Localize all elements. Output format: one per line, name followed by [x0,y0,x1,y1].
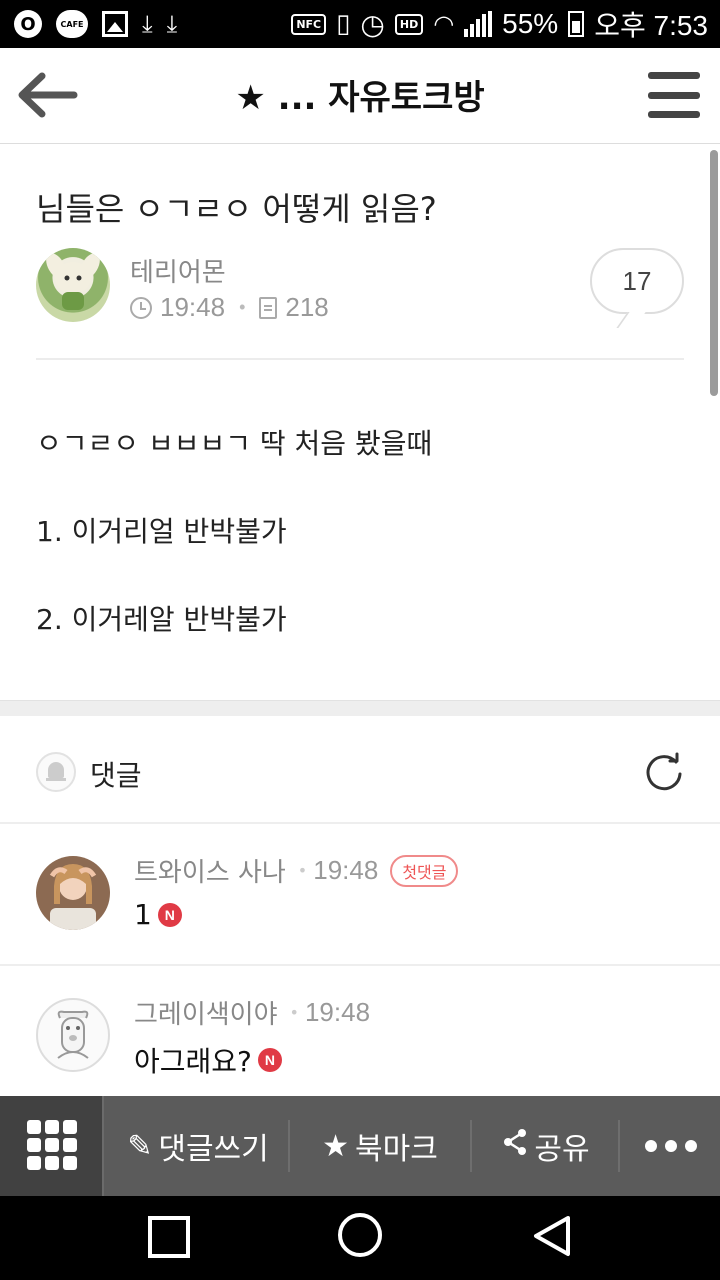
meta-separator: • [297,861,308,880]
battery-icon [568,11,585,37]
pencil-icon: ✎ [127,1128,153,1164]
comment-text: 아그래요? N [134,1040,282,1080]
comment-count: 17 [622,265,652,296]
post-body-line: 1. 이거리얼 반박불가 [36,515,287,548]
download-icon: ⤓ [142,10,153,38]
app-header: ★ ... 자유토크방 [0,48,720,144]
comment-author[interactable]: 트와이스 사나 [134,852,286,889]
app-o-icon: O [14,10,42,38]
commenter-name[interactable]: 트와이스 사나 • 19:48 첫댓글 [134,852,459,889]
divider [470,1120,472,1172]
nav-back-icon[interactable] [530,1214,574,1258]
vibrate-icon: ▯ [336,9,351,39]
more-dots-icon [645,1140,697,1152]
comment-body: 아그래요? [134,1045,252,1078]
post-body-line: ㅇㄱㄹㅇ ㅂㅂㅂㄱ 딱 처음 봤을때 [36,427,433,460]
meta-separator: • [289,1003,299,1022]
commenter-avatar[interactable] [36,856,110,930]
alarm-icon: ◷ [360,7,385,41]
star-icon: ★ [322,1128,350,1164]
nfc-icon: NFC [291,13,327,35]
board-title: ★ ... 자유토크방 [235,78,485,118]
post-time: 19:48 [160,292,226,322]
hd-icon: HD [394,13,424,35]
grid-icon [27,1120,77,1170]
author-avatar[interactable] [36,248,110,322]
app-grid-button[interactable] [0,1096,104,1196]
share-icon [502,1128,528,1164]
status-bar: O CAFE ⤓ ⤓ NFC ▯ ◷ HD ◠ 55% 오후 7:53 [0,0,720,48]
image-notification-icon [102,11,128,37]
bookmark-label: 북마크 [355,1132,438,1167]
comments-label: 댓글 [90,759,142,792]
share-button[interactable]: 공유 [474,1096,618,1196]
commenter-name[interactable]: 그레이색이야 • 19:48 [134,994,370,1031]
clock: 오후 7:53 [594,10,708,41]
comment-author[interactable]: 그레이색이야 [134,994,278,1031]
refresh-icon[interactable] [644,752,684,792]
divider [0,964,720,966]
wifi-icon: ◠ [433,10,455,38]
post-meta: 19:48 • 218 [130,292,329,323]
write-comment-button[interactable]: ✎ 댓글쓰기 [110,1096,286,1196]
system-nav-bar [0,1196,720,1280]
back-arrow-icon[interactable] [16,70,78,120]
divider [618,1120,620,1172]
download-icon: ⤓ [166,10,178,38]
comment-body: 1 [134,898,152,931]
meta-separator: • [239,297,246,317]
battery-percent: 55% [502,8,559,39]
home-icon[interactable] [338,1213,382,1257]
section-separator [0,700,720,716]
write-comment-label: 댓글쓰기 [158,1132,269,1167]
bookmark-button[interactable]: ★ 북마크 [292,1096,468,1196]
comment-time: 19:48 [304,997,371,1027]
bubble-tail [616,312,646,328]
scrollbar[interactable] [710,150,718,396]
first-comment-badge: 첫댓글 [390,854,459,887]
cafe-icon: CAFE [56,10,88,38]
new-badge: N [157,902,182,927]
comment-text: 1 N [134,898,182,931]
divider [0,822,720,824]
bottom-action-bar: ✎ 댓글쓰기 ★ 북마크 공유 [0,1096,720,1196]
more-button[interactable] [622,1096,720,1196]
post-body-line: 2. 이거레알 반박불가 [36,603,287,636]
divider [36,358,684,360]
recent-apps-icon[interactable] [148,1216,190,1258]
signal-icon [464,11,493,37]
share-label: 공유 [534,1132,590,1167]
hamburger-menu-icon[interactable] [648,72,700,118]
post-title: 님들은 ㅇㄱㄹㅇ 어떻게 읽음? [36,190,437,228]
view-count: 218 [285,292,329,322]
bell-icon[interactable] [36,752,76,792]
commenter-avatar[interactable] [36,998,110,1072]
comment-count-bubble[interactable]: 17 [590,248,684,314]
comment-time: 19:48 [313,855,379,885]
author-name[interactable]: 테리어몬 [130,252,226,289]
divider [288,1120,290,1172]
clock-icon [130,296,152,319]
new-badge: N [257,1048,282,1072]
views-icon [259,296,278,319]
